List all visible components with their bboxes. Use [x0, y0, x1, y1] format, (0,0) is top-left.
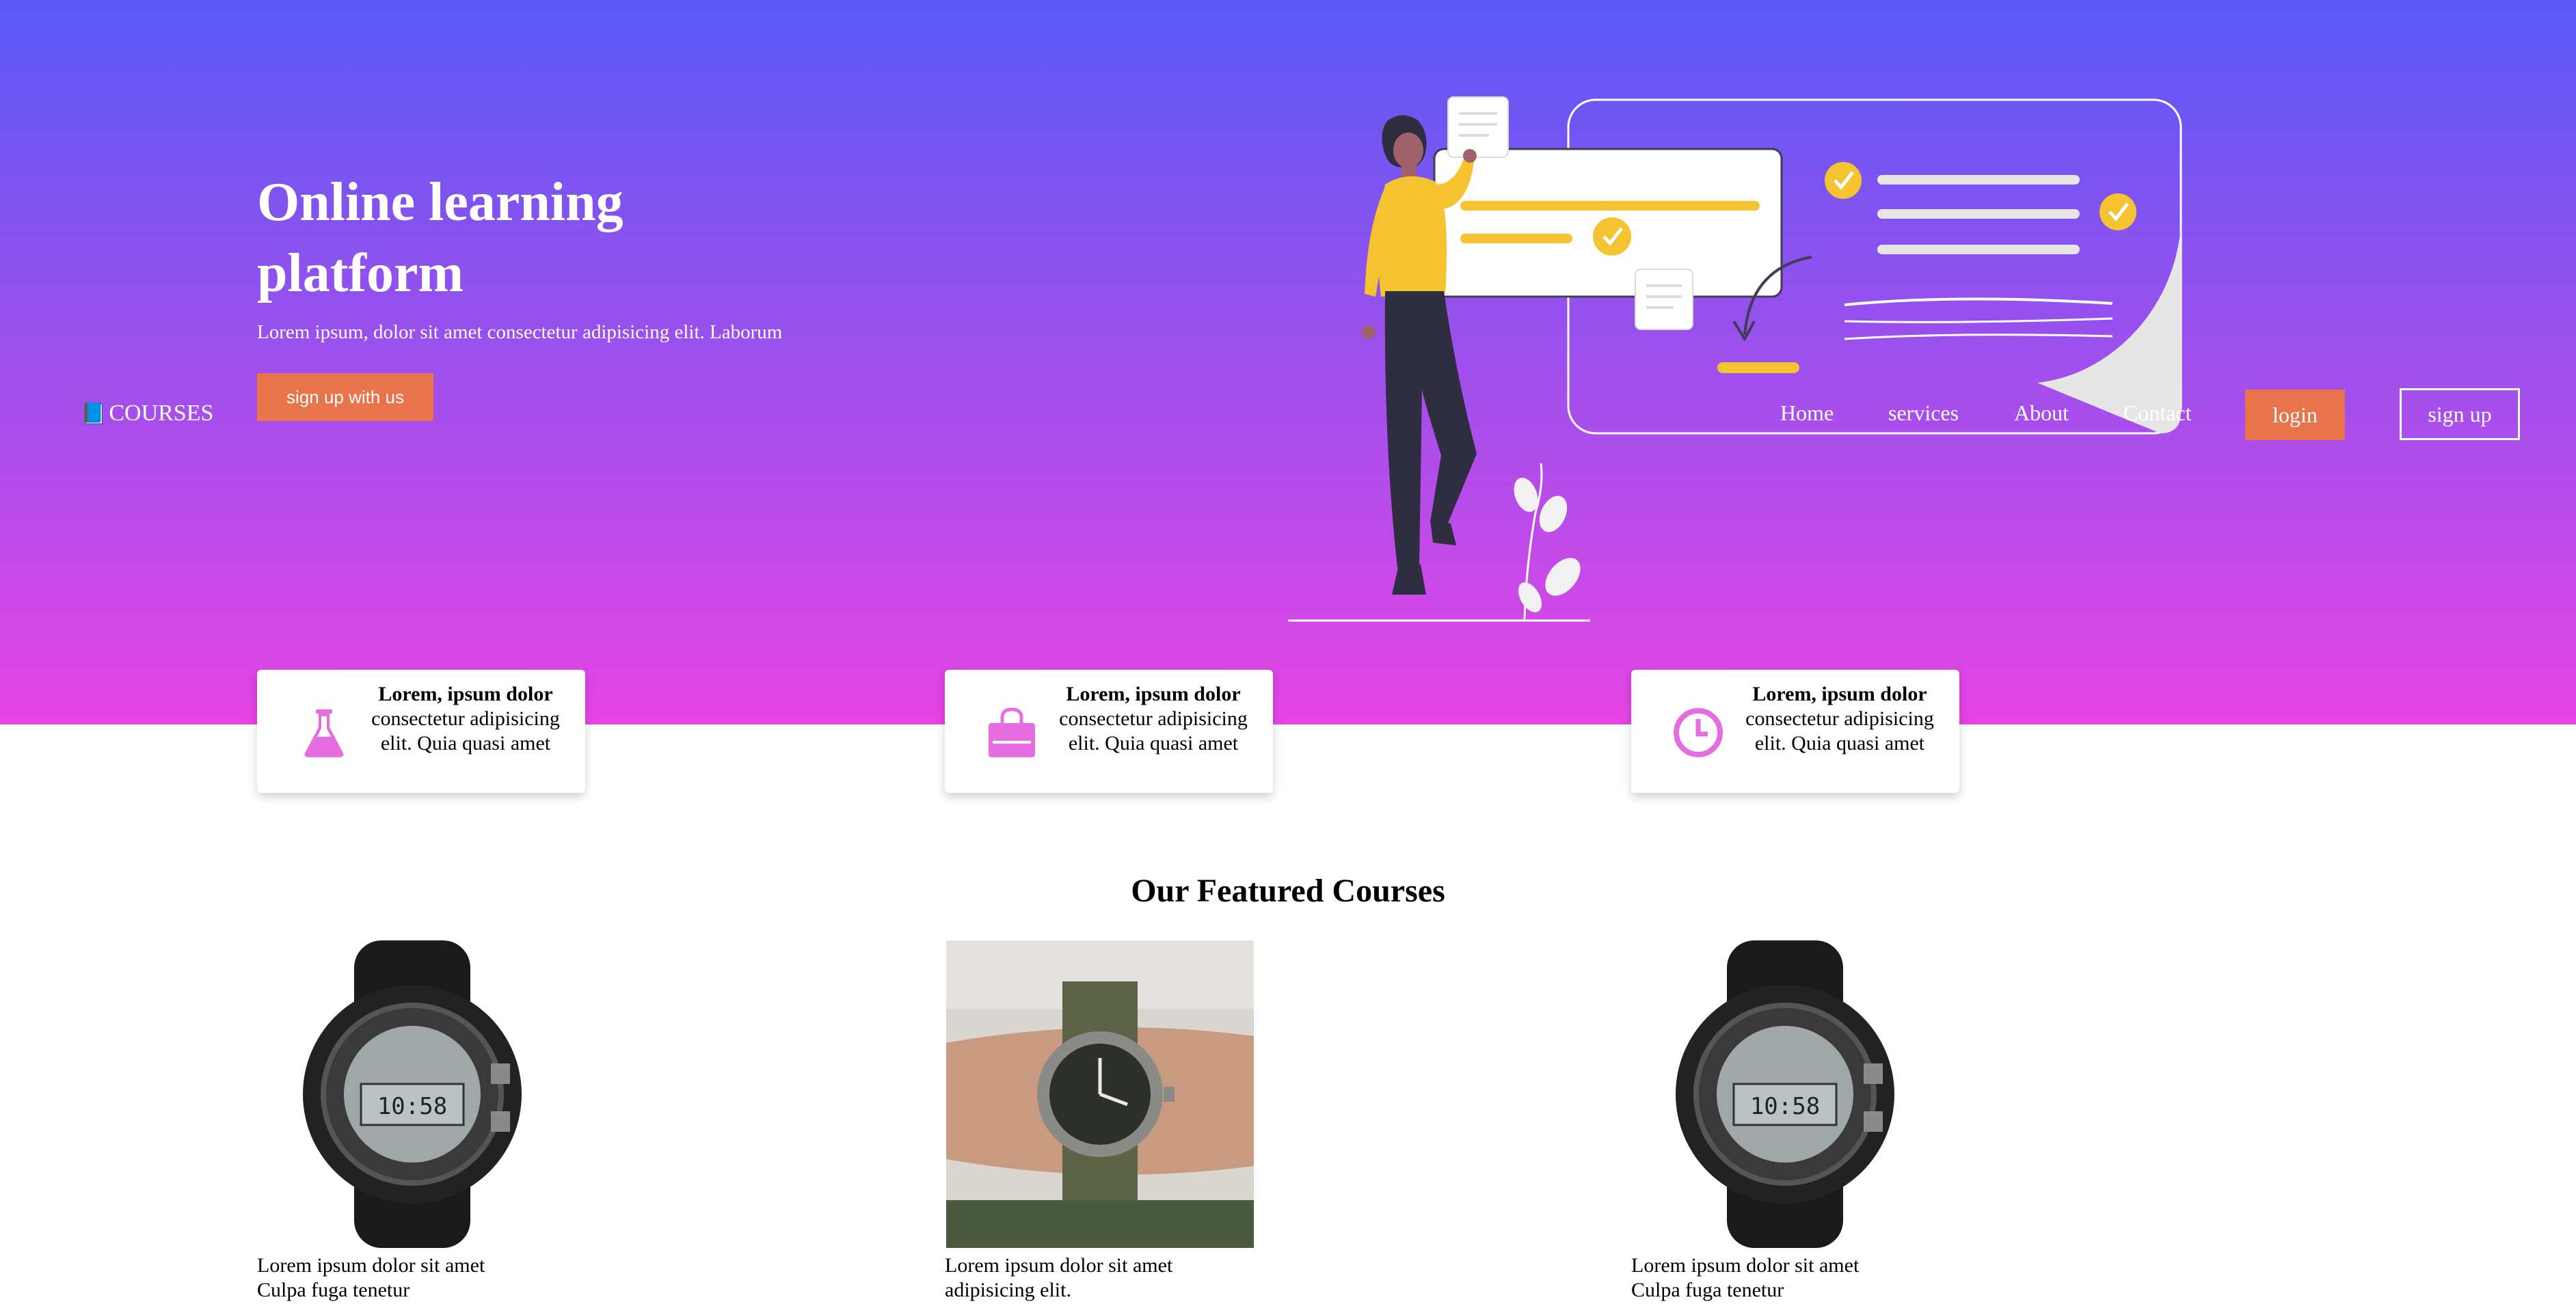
signup-with-us-button[interactable]: sign up with us — [257, 373, 433, 421]
hero-subtitle: Lorem ipsum, dolor sit amet consectetur … — [257, 321, 783, 343]
course-image-digital-watch[interactable]: 10:58 — [258, 940, 566, 1248]
feature-text: consectetur adipisicing elit. Quia quasi… — [1059, 707, 1248, 755]
login-button[interactable]: login — [2245, 390, 2345, 440]
flask-icon — [304, 709, 344, 757]
svg-text:10:58: 10:58 — [377, 1093, 447, 1120]
feature-title: Lorem, ipsum dolor — [378, 683, 553, 705]
feature-title: Lorem, ipsum dolor — [1066, 683, 1241, 705]
svg-text:10:58: 10:58 — [1750, 1093, 1820, 1120]
course-image-digital-watch[interactable]: 10:58 — [1631, 940, 1939, 1248]
feature-text: consectetur adipisicing elit. Quia quasi… — [371, 707, 560, 755]
nav-link-contact[interactable]: Contact — [2123, 400, 2192, 426]
book-icon: 📘 — [81, 402, 107, 425]
feature-card: Lorem, ipsum dolor consectetur adipisici… — [945, 670, 1273, 793]
brand-name: COURSES — [109, 400, 214, 426]
course-line-1: Lorem ipsum dolor sit amet — [1631, 1254, 1860, 1277]
hero-banner: 📘 COURSES Online learning platform Lorem… — [0, 0, 2576, 724]
clock-icon — [1674, 708, 1723, 757]
hero-illustration — [1288, 96, 2182, 622]
featured-courses-title: Our Featured Courses — [1131, 873, 1445, 909]
course-caption: Lorem ipsum dolor sit amet Culpa fuga te… — [257, 1253, 485, 1303]
feature-text: consectetur adipisicing elit. Quia quasi… — [1745, 707, 1934, 755]
hero-title: Online learning platform — [257, 172, 623, 303]
nav-link-services[interactable]: services — [1888, 400, 1959, 426]
nav-link-about[interactable]: About — [2014, 400, 2069, 426]
course-caption: Lorem ipsum dolor sit amet adipisicing e… — [945, 1253, 1172, 1303]
course-line-1: Lorem ipsum dolor sit amet — [945, 1254, 1173, 1277]
course-line-1: Lorem ipsum dolor sit amet — [257, 1254, 485, 1277]
signup-button[interactable]: sign up — [2400, 388, 2520, 440]
course-image-wrist-watch[interactable] — [946, 940, 1254, 1248]
course-line-2: adipisicing elit. — [945, 1279, 1071, 1301]
shopping-bag-icon — [989, 707, 1035, 757]
feature-card: Lorem, ipsum dolor consectetur adipisici… — [1631, 670, 1959, 793]
course-line-2: Culpa fuga tenetur — [1631, 1279, 1784, 1301]
nav-link-home[interactable]: Home — [1780, 400, 1834, 426]
feature-title: Lorem, ipsum dolor — [1752, 683, 1927, 705]
feature-card: Lorem, ipsum dolor consectetur adipisici… — [257, 670, 585, 793]
course-caption: Lorem ipsum dolor sit amet Culpa fuga te… — [1631, 1253, 1859, 1303]
brand-logo[interactable]: 📘 COURSES — [81, 400, 213, 426]
course-line-2: Culpa fuga tenetur — [257, 1279, 410, 1301]
